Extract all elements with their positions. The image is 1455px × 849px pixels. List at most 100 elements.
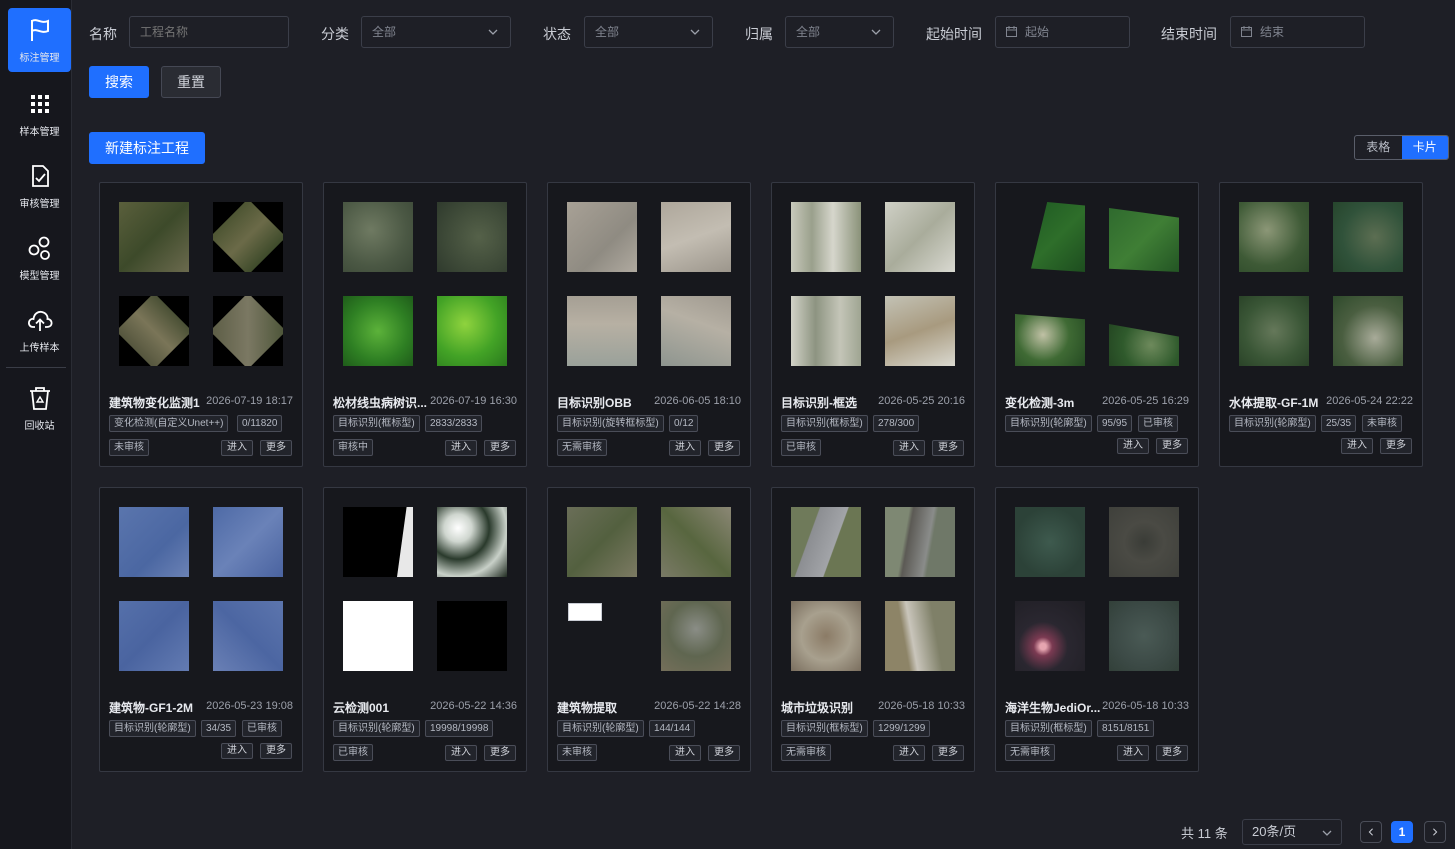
project-card[interactable]: 海洋生物JediOr... 2026-05-18 10:33 目标识别(框标型)…	[995, 487, 1199, 772]
card-title: 变化检测-3m	[1005, 396, 1075, 410]
card-type-tag: 目标识别(框标型)	[781, 415, 868, 432]
page-number-button[interactable]: 1	[1391, 821, 1413, 843]
project-card[interactable]: 水体提取-GF-1M 2026-05-24 22:22 目标识别(轮廓型) 25…	[1219, 182, 1423, 467]
thumbnail-image	[1015, 296, 1085, 366]
sidebar-item-recycle[interactable]: 回收站	[8, 376, 71, 440]
status-label: 状态	[543, 26, 571, 42]
document-check-icon	[31, 164, 49, 187]
enter-button[interactable]: 进入	[1117, 745, 1149, 761]
project-card[interactable]: 建筑物提取 2026-05-22 14:28 目标识别(轮廓型) 144/144…	[547, 487, 751, 772]
reset-button[interactable]: 重置	[161, 66, 221, 98]
thumbnail-image	[567, 296, 637, 366]
card-type-tag: 变化检测(自定义Unet++)	[109, 415, 229, 432]
search-button[interactable]: 搜索	[89, 66, 149, 98]
status-select[interactable]: 全部	[584, 16, 713, 48]
sidebar-item-annotation[interactable]: 标注管理	[8, 8, 71, 72]
sidebar-item-label: 审核管理	[19, 198, 60, 210]
more-button[interactable]: 更多	[260, 440, 292, 456]
enter-button[interactable]: 进入	[1341, 438, 1373, 454]
view-table-button[interactable]: 表格	[1355, 136, 1402, 159]
more-button[interactable]: 更多	[1380, 438, 1412, 454]
prev-page-button[interactable]	[1360, 821, 1382, 843]
card-date: 2026-05-22 14:36	[430, 700, 517, 712]
more-button[interactable]: 更多	[484, 440, 516, 456]
sidebar-item-label: 回收站	[24, 420, 55, 432]
card-title: 云检测001	[333, 701, 390, 715]
view-card-button[interactable]: 卡片	[1401, 136, 1448, 159]
cloud-upload-icon	[27, 310, 52, 331]
card-title: 松材线虫病树识...	[333, 396, 428, 410]
thumbnail-image	[567, 507, 637, 577]
thumbnail-image	[1333, 296, 1403, 366]
project-card[interactable]: 目标识别-框选 2026-05-25 20:16 目标识别(框标型) 278/3…	[771, 182, 975, 467]
thumbnail-image	[213, 202, 283, 272]
owner-label: 归属	[745, 26, 773, 42]
thumbnail-image	[661, 601, 731, 671]
enter-button[interactable]: 进入	[221, 440, 253, 456]
card-progress-tag: 0/12	[669, 415, 699, 432]
project-card[interactable]: 城市垃圾识别 2026-05-18 10:33 目标识别(框标型) 1299/1…	[771, 487, 975, 772]
category-select[interactable]: 全部	[361, 16, 511, 48]
owner-select[interactable]: 全部	[785, 16, 894, 48]
card-status-tag: 未审核	[109, 439, 149, 456]
card-status-tag: 无需审核	[557, 439, 607, 456]
more-button[interactable]: 更多	[708, 745, 740, 761]
project-card[interactable]: 变化检测-3m 2026-05-25 16:29 目标识别(轮廓型) 95/95…	[995, 182, 1199, 467]
next-page-button[interactable]	[1424, 821, 1446, 843]
enter-button[interactable]: 进入	[445, 440, 477, 456]
enter-button[interactable]: 进入	[893, 745, 925, 761]
thumbnail-image	[343, 296, 413, 366]
enter-button[interactable]: 进入	[669, 745, 701, 761]
thumbnail-image	[213, 601, 283, 671]
sidebar-item-review[interactable]: 审核管理	[8, 154, 71, 218]
more-button[interactable]: 更多	[1156, 438, 1188, 454]
card-date: 2026-07-19 18:17	[206, 395, 293, 407]
sidebar-item-samples[interactable]: 样本管理	[8, 82, 71, 146]
sidebar-item-upload[interactable]: 上传样本	[8, 298, 71, 362]
sidebar-item-models[interactable]: 模型管理	[8, 226, 71, 290]
card-date: 2026-05-18 10:33	[878, 700, 965, 712]
card-type-tag: 目标识别(框标型)	[333, 415, 420, 432]
end-time-picker[interactable]: 结束	[1230, 16, 1365, 48]
enter-button[interactable]: 进入	[669, 440, 701, 456]
thumbnail-image	[1239, 202, 1309, 272]
more-button[interactable]: 更多	[932, 440, 964, 456]
chevron-down-icon	[690, 29, 700, 35]
start-time-label: 起始时间	[926, 26, 982, 42]
page-size-select[interactable]: 20条/页	[1242, 819, 1342, 845]
card-status-tag: 已审核	[781, 439, 821, 456]
new-project-button[interactable]: 新建标注工程	[89, 132, 205, 164]
card-date: 2026-05-24 22:22	[1326, 395, 1413, 407]
grid-icon	[30, 94, 49, 113]
name-input[interactable]	[140, 25, 288, 39]
thumbnail-image	[1015, 507, 1085, 577]
card-type-tag: 目标识别(框标型)	[781, 720, 868, 737]
enter-button[interactable]: 进入	[893, 440, 925, 456]
enter-button[interactable]: 进入	[445, 745, 477, 761]
start-time-picker[interactable]: 起始	[995, 16, 1130, 48]
thumbnail-image	[791, 601, 861, 671]
name-label: 名称	[89, 26, 117, 42]
more-button[interactable]: 更多	[1156, 745, 1188, 761]
thumbnail-image	[213, 507, 283, 577]
enter-button[interactable]: 进入	[1117, 438, 1149, 454]
more-button[interactable]: 更多	[260, 743, 292, 759]
more-button[interactable]: 更多	[932, 745, 964, 761]
project-card[interactable]: 建筑物-GF1-2M 2026-05-23 19:08 目标识别(轮廓型) 34…	[99, 487, 303, 772]
project-card[interactable]: 目标识别OBB 2026-06-05 18:10 目标识别(旋转框标型) 0/1…	[547, 182, 751, 467]
thumbnail-image	[1015, 601, 1085, 671]
project-card[interactable]: 建筑物变化监测1 2026-07-19 18:17 变化检测(自定义Unet++…	[99, 182, 303, 467]
card-progress-tag: 278/300	[873, 415, 920, 432]
project-card[interactable]: 云检测001 2026-05-22 14:36 目标识别(轮廓型) 19998/…	[323, 487, 527, 772]
thumbnail-image	[1109, 507, 1179, 577]
project-card[interactable]: 松材线虫病树识... 2026-07-19 16:30 目标识别(框标型) 28…	[323, 182, 527, 467]
more-button[interactable]: 更多	[484, 745, 516, 761]
thumbnail-image	[885, 601, 955, 671]
thumbnail-image	[1109, 202, 1179, 272]
card-status-tag: 未审核	[557, 744, 597, 761]
card-type-tag: 目标识别(轮廓型)	[109, 720, 196, 737]
thumbnail-image	[661, 296, 731, 366]
card-date: 2026-05-25 16:29	[1102, 395, 1189, 407]
more-button[interactable]: 更多	[708, 440, 740, 456]
enter-button[interactable]: 进入	[221, 743, 253, 759]
